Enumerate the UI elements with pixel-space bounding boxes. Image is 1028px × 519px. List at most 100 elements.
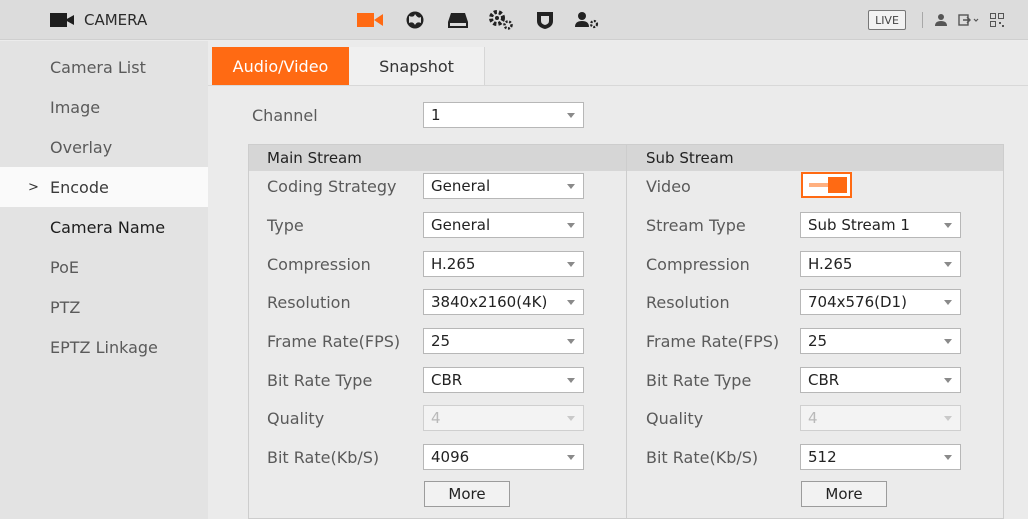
sub-bit-rate-type-select[interactable]: CBR xyxy=(800,367,961,393)
sidebar-item-overlay[interactable]: Overlay xyxy=(0,127,208,167)
chevron-down-icon xyxy=(567,339,575,344)
chevron-down-icon xyxy=(944,300,952,305)
main-compression-select[interactable]: H.265 xyxy=(423,251,584,277)
chevron-down-icon xyxy=(567,416,575,421)
main-frame-rate-label: Frame Rate(FPS) xyxy=(267,331,401,351)
sub-resolution-label: Resolution xyxy=(646,292,730,312)
main-frame-rate-select[interactable]: 25 xyxy=(423,328,584,354)
main-stream-title: Main Stream xyxy=(267,149,362,167)
main-compression-label: Compression xyxy=(267,254,371,274)
sidebar-item-label: Camera List xyxy=(50,57,146,77)
app-title: CAMERA xyxy=(84,11,148,29)
sub-frame-rate-select[interactable]: 25 xyxy=(800,328,961,354)
sidebar-item-camera-name[interactable]: Camera Name xyxy=(0,207,208,247)
main-resolution-select[interactable]: 3840x2160(4K) xyxy=(423,289,584,315)
chevron-down-icon xyxy=(567,455,575,460)
sub-compression-label: Compression xyxy=(646,254,750,274)
main-quality-select: 4 xyxy=(423,405,584,431)
nav-storage-icon[interactable] xyxy=(443,0,473,40)
stream-type-label: Stream Type xyxy=(646,215,746,235)
sidebar-item-poe[interactable]: PoE xyxy=(0,247,208,287)
type-label: Type xyxy=(267,215,304,235)
nav-security-icon[interactable] xyxy=(530,0,560,40)
sub-bit-rate-label: Bit Rate(Kb/S) xyxy=(646,447,759,467)
tab-underline xyxy=(208,85,1028,86)
type-select[interactable]: General xyxy=(423,212,584,238)
top-bar: CAMERA LIVE xyxy=(0,0,1028,40)
chevron-down-icon xyxy=(567,300,575,305)
sub-compression-select[interactable]: H.265 xyxy=(800,251,961,277)
sidebar-item-encode[interactable]: > Encode xyxy=(0,167,208,207)
tab-audio-video[interactable]: Audio/Video xyxy=(212,47,349,85)
nav-network-icon[interactable] xyxy=(400,0,430,40)
sub-more-button[interactable]: More xyxy=(801,481,887,507)
sub-quality-select: 4 xyxy=(800,405,961,431)
sidebar-item-label: Camera Name xyxy=(50,217,166,237)
main-quality-value: 4 xyxy=(431,409,441,427)
chevron-down-icon xyxy=(567,262,575,267)
qr-code-icon[interactable] xyxy=(989,12,1005,28)
camera-icon xyxy=(50,13,74,27)
nav-account-icon[interactable] xyxy=(572,0,602,40)
stream-panel-divider xyxy=(626,145,627,519)
main-bit-rate-label: Bit Rate(Kb/S) xyxy=(267,447,380,467)
main-bit-rate-type-select[interactable]: CBR xyxy=(423,367,584,393)
chevron-down-icon xyxy=(944,378,952,383)
main-frame-rate-value: 25 xyxy=(431,332,451,350)
sub-frame-rate-value: 25 xyxy=(808,332,828,350)
app-brand: CAMERA xyxy=(50,0,147,40)
sidebar-item-ptz[interactable]: PTZ xyxy=(0,287,208,327)
logout-icon[interactable] xyxy=(957,12,981,28)
sub-resolution-value: 704x576(D1) xyxy=(808,293,907,311)
main-bit-rate-type-label: Bit Rate Type xyxy=(267,370,373,390)
sub-stream-title: Sub Stream xyxy=(646,149,734,167)
coding-strategy-value: General xyxy=(431,177,491,195)
chevron-down-icon xyxy=(944,416,952,421)
main-bit-rate-select[interactable]: 4096 xyxy=(423,444,584,470)
sub-bit-rate-select[interactable]: 512 xyxy=(800,444,961,470)
stream-type-select[interactable]: Sub Stream 1 xyxy=(800,212,961,238)
sidebar-item-camera-list[interactable]: Camera List xyxy=(0,47,208,87)
top-bar-divider xyxy=(922,12,923,28)
sub-compression-value: H.265 xyxy=(808,255,853,273)
sidebar-item-label: PTZ xyxy=(50,297,81,317)
main-resolution-value: 3840x2160(4K) xyxy=(431,293,548,311)
sub-resolution-select[interactable]: 704x576(D1) xyxy=(800,289,961,315)
chevron-down-icon xyxy=(567,223,575,228)
main-bit-rate-type-value: CBR xyxy=(431,371,463,389)
chevron-down-icon xyxy=(944,455,952,460)
coding-strategy-select[interactable]: General xyxy=(423,173,584,199)
chevron-down-icon xyxy=(567,113,575,118)
type-value: General xyxy=(431,216,491,234)
sidebar-item-label: PoE xyxy=(50,257,79,277)
sidebar-item-eptz-linkage[interactable]: EPTZ Linkage xyxy=(0,327,208,367)
sidebar-item-label: Encode xyxy=(50,177,109,197)
tab-snapshot[interactable]: Snapshot xyxy=(349,47,485,85)
coding-strategy-label: Coding Strategy xyxy=(267,176,397,196)
nav-camera-icon[interactable] xyxy=(355,0,385,40)
sub-quality-label: Quality xyxy=(646,408,704,428)
user-icon[interactable] xyxy=(933,12,949,28)
sub-quality-value: 4 xyxy=(808,409,818,427)
main-quality-label: Quality xyxy=(267,408,325,428)
main-resolution-label: Resolution xyxy=(267,292,351,312)
main-more-button[interactable]: More xyxy=(424,481,510,507)
sidebar-item-label: Overlay xyxy=(50,137,113,157)
live-button[interactable]: LIVE xyxy=(868,10,906,30)
sidebar: Camera List Image Overlay > Encode Camer… xyxy=(0,41,208,519)
channel-value: 1 xyxy=(431,106,441,124)
sidebar-item-label: EPTZ Linkage xyxy=(50,337,158,357)
chevron-down-icon xyxy=(944,339,952,344)
video-toggle[interactable] xyxy=(801,172,852,198)
sidebar-item-image[interactable]: Image xyxy=(0,87,208,127)
sub-frame-rate-label: Frame Rate(FPS) xyxy=(646,331,780,351)
nav-system-settings-icon[interactable] xyxy=(486,0,516,40)
channel-select[interactable]: 1 xyxy=(423,102,584,128)
video-label: Video xyxy=(646,176,691,196)
sub-bit-rate-value: 512 xyxy=(808,448,837,466)
chevron-down-icon xyxy=(567,378,575,383)
chevron-down-icon xyxy=(944,262,952,267)
main-bit-rate-value: 4096 xyxy=(431,448,470,466)
active-chevron-icon: > xyxy=(28,179,39,195)
camera-settings-window: CAMERA LIVE Camera List Image Overlay > … xyxy=(0,0,1028,519)
